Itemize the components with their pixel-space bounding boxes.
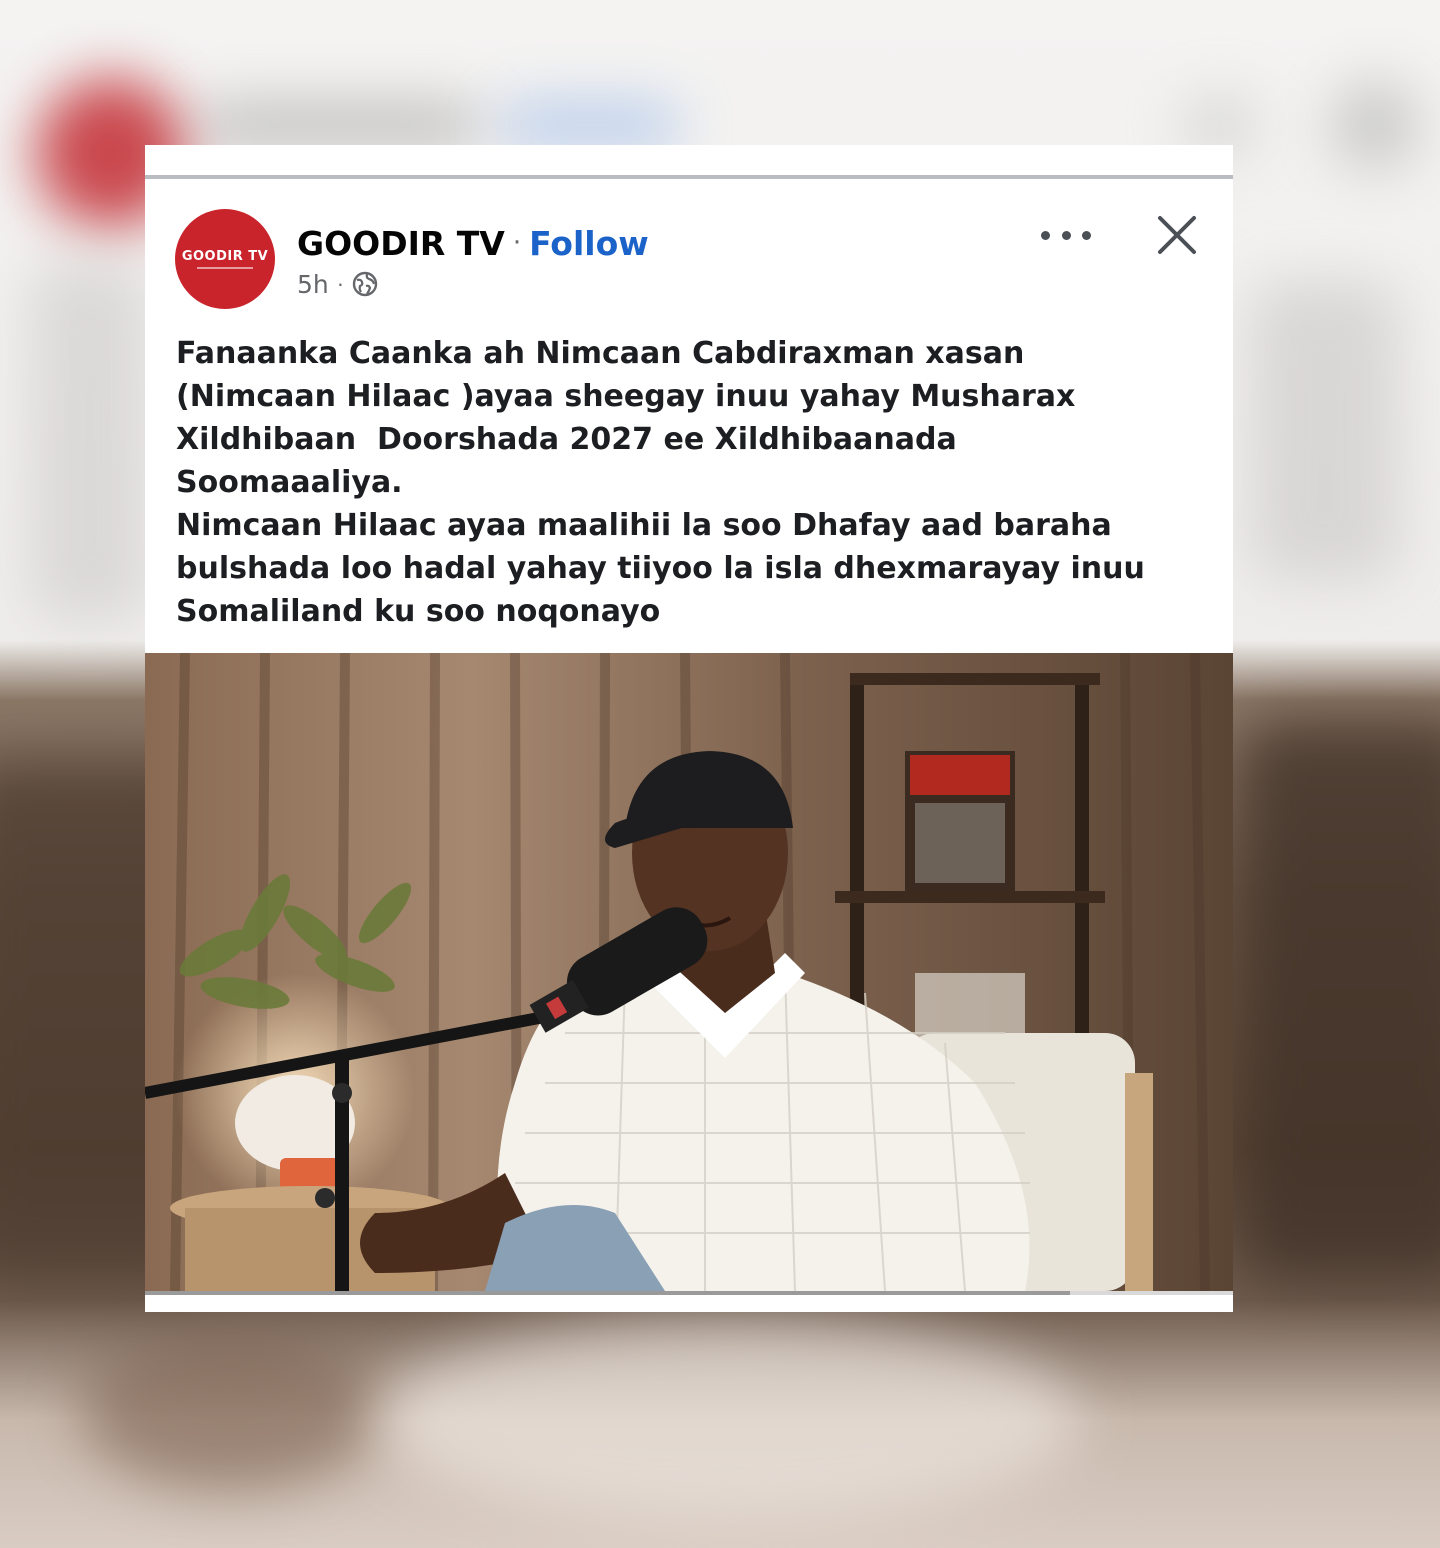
avatar-logo-text: GOODIR TV — [181, 249, 269, 264]
post-header: GOODIR TV · Follow — [297, 221, 649, 265]
blurred-name — [200, 105, 480, 145]
page-avatar[interactable]: GOODIR TV — [175, 209, 275, 309]
video-progress-bar[interactable] — [145, 1291, 1233, 1295]
avatar-logo-underline — [197, 267, 253, 269]
meta-separator: · — [336, 271, 345, 296]
blurred-follow — [500, 105, 680, 145]
card-top-divider — [145, 175, 1233, 179]
more-options-icon[interactable] — [1041, 220, 1091, 250]
post-timestamp[interactable]: 5h — [297, 270, 329, 299]
more-dot — [1061, 230, 1071, 240]
blurred-text-left — [30, 260, 150, 620]
post-photo[interactable] — [145, 653, 1233, 1291]
page-name-link[interactable]: GOODIR TV — [297, 224, 505, 263]
post-meta: 5h · — [297, 267, 378, 301]
blurred-close — [1330, 80, 1420, 170]
more-dot — [1082, 230, 1091, 240]
close-icon[interactable] — [1155, 213, 1199, 257]
follow-button[interactable]: Follow — [529, 224, 649, 263]
post-card: GOODIR TV GOODIR TV · Follow 5h · Fanaan… — [145, 145, 1233, 1312]
header-separator: · — [512, 228, 522, 258]
blurred-photo-right — [1240, 720, 1440, 1280]
podcast-photo-illustration — [145, 653, 1233, 1291]
more-dot — [1041, 230, 1050, 240]
globe-icon — [352, 271, 378, 297]
blurred-photo-bottom — [380, 1320, 1080, 1520]
blurred-photo-bottom-left — [80, 1330, 380, 1490]
blurred-text-right — [1250, 280, 1400, 580]
video-progress-fill — [145, 1291, 1070, 1295]
post-body-text: Fanaanka Caanka ah Nimcaan Cabdiraxman x… — [176, 336, 1145, 629]
